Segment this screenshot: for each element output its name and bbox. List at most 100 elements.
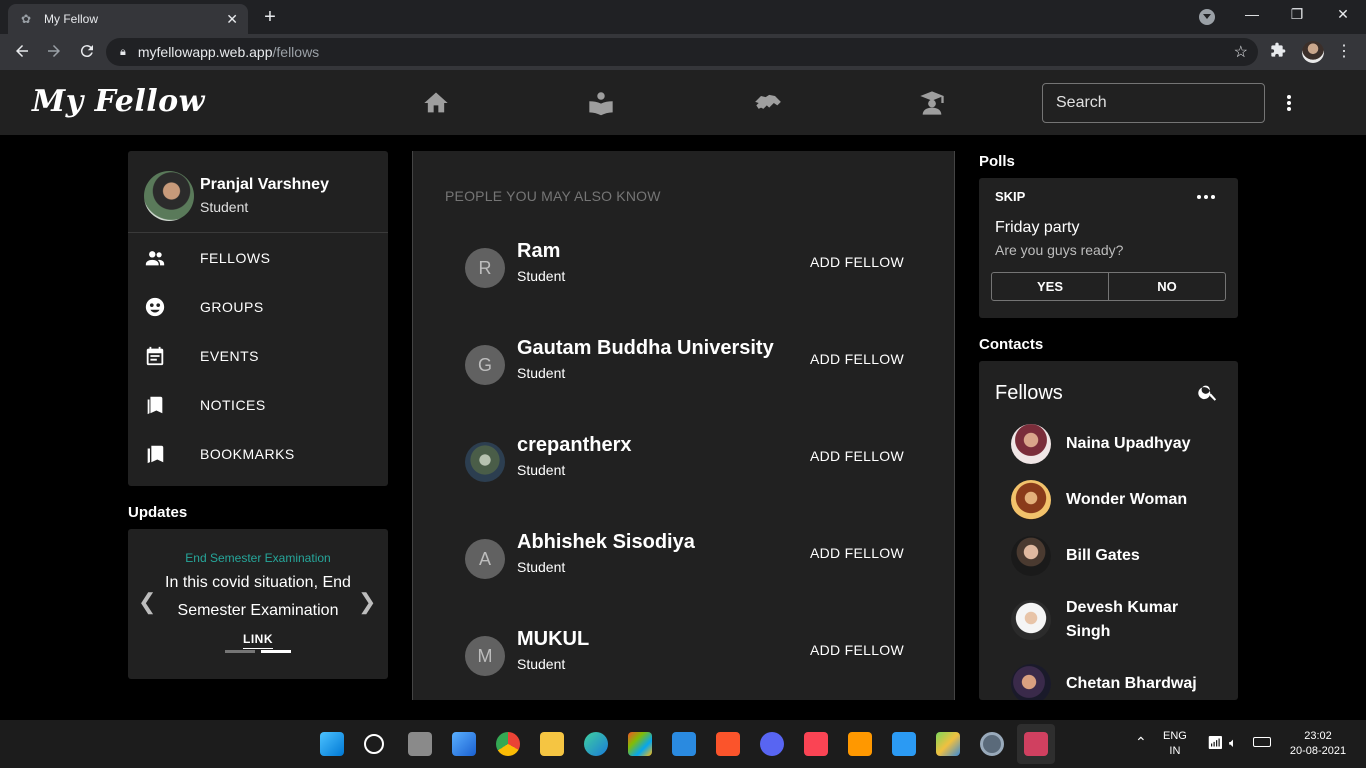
os-taskbar [0,720,1366,768]
clock[interactable]: 23:02 20-08-2021 [1285,729,1351,759]
poll-card: SKIP Friday party Are you guys ready? YE… [979,178,1238,318]
browser-tab-bar: ✿ My Fellow ✕ + — ❐ ✕ [0,0,1366,34]
avatar[interactable]: M [465,636,505,676]
avatar[interactable]: G [465,345,505,385]
avatar[interactable] [144,171,194,221]
carousel-indicator-active[interactable] [261,650,291,653]
restore-icon[interactable]: ❐ [1282,6,1312,23]
contact-item[interactable]: Bill Gates [1011,536,1221,576]
active-app-icon[interactable] [1024,732,1048,756]
vscode-icon[interactable] [892,732,916,756]
url-path: /fellows [272,44,320,60]
start-icon[interactable] [320,732,344,756]
handshake-icon[interactable] [753,88,783,118]
polls-heading: Polls [979,153,1015,170]
more-options-icon[interactable] [1280,92,1298,114]
widgets-icon[interactable] [452,732,476,756]
person-name[interactable]: MUKUL [517,628,589,651]
notices-icon [128,394,200,416]
valorant-icon[interactable] [804,732,828,756]
battery-icon[interactable] [1253,737,1271,747]
add-fellow-button[interactable]: ADD FELLOW [810,351,904,367]
lang-bottom: IN [1169,745,1181,757]
tray-chevron-icon[interactable]: ⌃ [1135,735,1147,750]
sidebar-item-label: EVENTS [200,347,260,364]
profile-header[interactable]: Pranjal Varshney Student [128,151,388,233]
bluestacks-icon[interactable] [936,732,960,756]
store-icon[interactable] [628,732,652,756]
settings-icon[interactable] [980,732,1004,756]
home-icon[interactable] [421,88,451,118]
task-view-icon[interactable] [408,732,432,756]
reload-icon[interactable] [76,42,98,65]
person-name[interactable]: Abhishek Sisodiya [517,531,695,554]
mail-icon[interactable] [672,732,696,756]
poll-options: YES NO [991,272,1226,301]
discord-icon[interactable] [760,732,784,756]
tab-search-icon[interactable] [1199,9,1215,25]
sidebar-item-fellows[interactable]: FELLOWS [128,233,388,282]
contact-item[interactable]: Naina Upadhyay [1011,424,1221,464]
back-icon[interactable] [11,42,33,65]
poll-yes-button[interactable]: YES [992,273,1108,300]
avatar [1011,536,1051,576]
browser-tab[interactable]: ✿ My Fellow ✕ [8,4,248,34]
file-explorer-icon[interactable] [540,732,564,756]
poll-more-icon[interactable] [1197,195,1215,199]
tab-close-icon[interactable]: ✕ [226,11,238,28]
volume-icon[interactable]: 🔈︎ [1229,735,1237,750]
address-bar[interactable]: 🔒︎ myfellowapp.web.app/fellows ☆ [106,38,1258,66]
brave-icon[interactable] [716,732,740,756]
person-name[interactable]: crepantherx [517,434,632,457]
favicon-icon: ✿ [20,12,32,26]
carousel-next-icon[interactable]: ❯ [358,589,376,615]
poll-skip-button[interactable]: SKIP [995,189,1025,204]
forward-icon[interactable] [43,42,65,65]
avatar [1011,424,1051,464]
contact-item[interactable]: Devesh Kumar Singh [1011,596,1221,644]
learn-icon[interactable] [586,88,616,118]
contacts-heading: Contacts [979,336,1044,353]
person-name[interactable]: Ram [517,240,560,263]
contacts-title: Fellows [995,382,1063,404]
search-icon[interactable] [364,734,384,754]
carousel-prev-icon[interactable]: ❮ [138,589,156,615]
avatar[interactable]: R [465,248,505,288]
person-role: Student [517,268,566,284]
chrome-menu-icon[interactable]: ⋮ [1336,41,1352,61]
add-fellow-button[interactable]: ADD FELLOW [810,642,904,658]
poll-no-button[interactable]: NO [1108,273,1225,300]
avatar[interactable]: A [465,539,505,579]
people-heading: PEOPLE YOU MAY ALSO KNOW [445,188,661,204]
chrome-profile-avatar[interactable] [1302,41,1324,63]
window-close-icon[interactable]: ✕ [1328,6,1358,23]
sidebar-item-notices[interactable]: NOTICES [128,380,388,429]
add-fellow-button[interactable]: ADD FELLOW [810,545,904,561]
language-indicator[interactable]: ENG IN [1163,729,1187,759]
minimize-icon[interactable]: — [1237,6,1267,22]
search-input[interactable] [1042,83,1265,123]
list-item: G Gautam Buddha University Student ADD F… [465,337,925,397]
search-icon[interactable] [1197,381,1219,403]
wifi-icon[interactable]: 📶︎ [1207,735,1224,750]
add-fellow-button[interactable]: ADD FELLOW [810,448,904,464]
app-logo[interactable]: My Fellow [32,84,205,119]
avatar[interactable] [465,442,505,482]
chrome-icon[interactable] [496,732,520,756]
person-name[interactable]: Gautam Buddha University [517,337,774,360]
extensions-icon[interactable] [1270,42,1286,62]
graduate-icon[interactable] [917,88,947,118]
update-link[interactable]: LINK [128,632,388,649]
contact-item[interactable]: Wonder Woman [1011,480,1221,520]
new-tab-button[interactable]: + [258,6,282,28]
sublime-icon[interactable] [848,732,872,756]
contact-item[interactable]: Chetan Bhardwaj [1011,664,1221,700]
sidebar-item-events[interactable]: EVENTS [128,331,388,380]
edge-icon[interactable] [584,732,608,756]
contact-name: Naina Upadhyay [1066,435,1191,452]
sidebar-item-groups[interactable]: GROUPS [128,282,388,331]
carousel-indicator[interactable] [225,650,255,653]
bookmark-star-icon[interactable]: ☆ [1234,42,1248,62]
sidebar-item-bookmarks[interactable]: BOOKMARKS [128,429,388,478]
add-fellow-button[interactable]: ADD FELLOW [810,254,904,270]
